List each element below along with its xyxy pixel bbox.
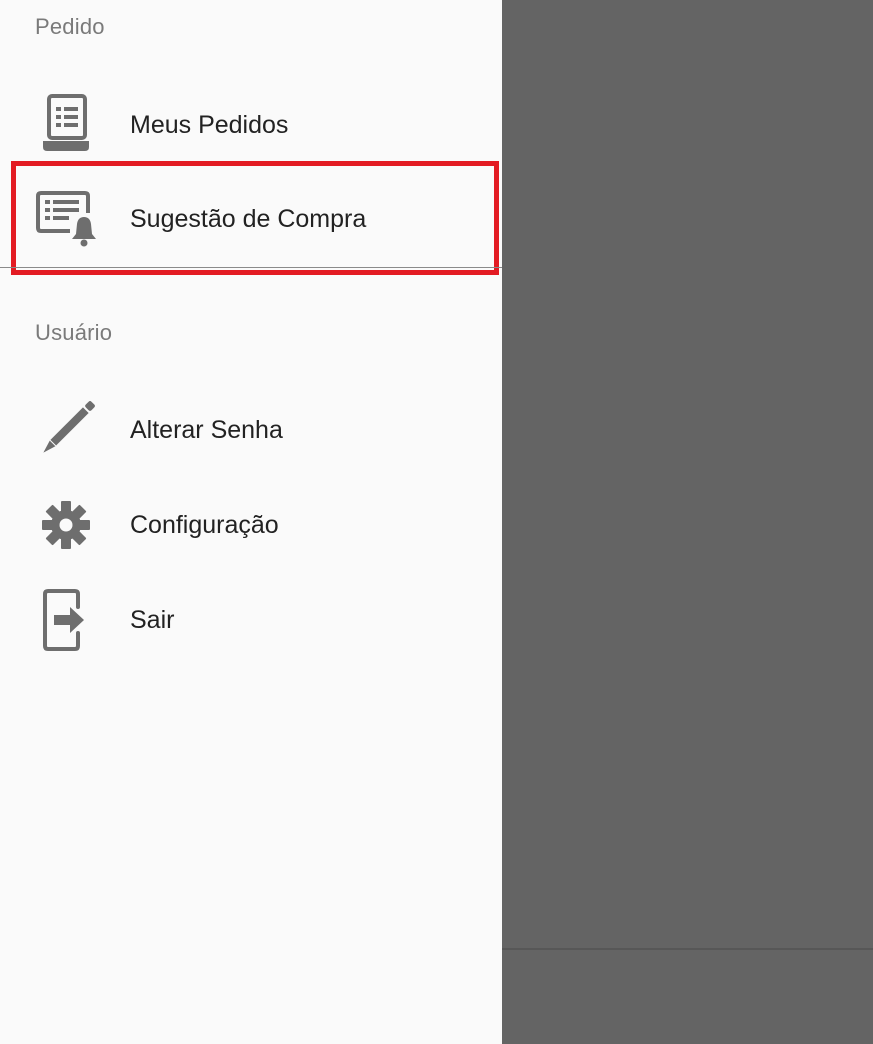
drawer-scrim-overlay[interactable] <box>502 0 873 1044</box>
navigation-drawer: Pedido Meus Pedidos Sugestão de Compra U… <box>0 0 502 1044</box>
menu-item-label: Sugestão de Compra <box>130 204 367 233</box>
menu-item-alterar-senha[interactable]: Alterar Senha <box>0 385 502 475</box>
app-screen: Pedido Meus Pedidos Sugestão de Compra U… <box>0 0 873 1044</box>
menu-item-sugestao-de-compra[interactable]: Sugestão de Compra <box>0 174 502 264</box>
gear-icon <box>34 493 98 557</box>
menu-item-configuracao[interactable]: Configuração <box>0 480 502 570</box>
menu-item-label: Sair <box>130 605 175 634</box>
menu-item-label: Meus Pedidos <box>130 110 289 139</box>
exit-icon <box>34 588 98 652</box>
list-bell-icon <box>34 187 98 251</box>
section-header-pedido: Pedido <box>35 14 105 39</box>
section-divider <box>0 267 502 268</box>
menu-item-label: Configuração <box>130 510 279 539</box>
bottom-bar-divider <box>502 948 873 950</box>
section-header-usuario: Usuário <box>35 320 113 345</box>
menu-item-meus-pedidos[interactable]: Meus Pedidos <box>0 80 502 170</box>
menu-item-sair[interactable]: Sair <box>0 575 502 665</box>
menu-item-label: Alterar Senha <box>130 415 283 444</box>
receipt-list-icon <box>34 93 98 157</box>
pencil-icon <box>34 398 98 462</box>
